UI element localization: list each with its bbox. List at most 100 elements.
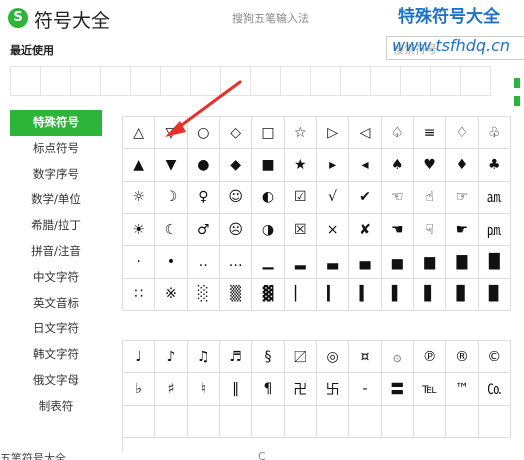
sidebar-item[interactable]: 数学/单位 xyxy=(10,187,102,213)
symbol-cell[interactable] xyxy=(123,405,156,438)
symbol-cell[interactable]: ♧ xyxy=(478,117,511,150)
symbol-cell[interactable]: ☀ xyxy=(123,213,156,247)
symbol-cell[interactable] xyxy=(446,405,479,438)
symbol-cell[interactable]: ㏘ xyxy=(478,213,511,247)
symbol-cell[interactable]: ۞ xyxy=(381,341,414,374)
symbol-cell[interactable] xyxy=(381,405,414,438)
symbol-cell[interactable]: ☾ xyxy=(155,213,188,247)
sidebar-item[interactable]: 韩文字符 xyxy=(10,342,102,368)
recent-symbol-slot[interactable] xyxy=(10,66,41,96)
symbol-cell[interactable]: ☚ xyxy=(381,213,414,247)
symbol-cell[interactable] xyxy=(219,405,253,438)
symbol-cell[interactable]: ㏂ xyxy=(478,181,511,214)
symbol-cell[interactable]: ♮ xyxy=(187,373,220,406)
sidebar-item[interactable]: 日文字符 xyxy=(10,316,102,342)
symbol-cell[interactable]: ▃ xyxy=(316,246,350,279)
symbol-cell[interactable]: ☑ xyxy=(284,181,317,214)
sidebar-item[interactable]: 英文音标 xyxy=(10,291,102,317)
symbol-grid-scrollbar[interactable] xyxy=(512,116,520,450)
symbol-cell[interactable]: ☜ xyxy=(381,181,414,214)
symbol-cell[interactable]: ▏ xyxy=(284,278,317,311)
symbol-cell[interactable]: ♭ xyxy=(123,373,156,406)
recent-symbol-slot[interactable] xyxy=(280,66,311,96)
symbol-cell[interactable]: ▼ xyxy=(155,149,188,182)
sidebar-item[interactable]: 数字序号 xyxy=(10,162,102,188)
symbol-cell[interactable]: ¤ xyxy=(349,341,382,374)
symbol-cell[interactable]: ♣ xyxy=(478,149,511,182)
symbol-cell[interactable]: △ xyxy=(123,117,156,150)
symbol-cell[interactable]: ℗ xyxy=(413,341,447,374)
symbol-cell[interactable]: ◂ xyxy=(349,149,382,182)
symbol-cell[interactable]: ¶ xyxy=(252,373,285,406)
symbol-cell[interactable]: ♠ xyxy=(381,149,414,182)
recent-symbol-slot[interactable] xyxy=(70,66,101,96)
recent-symbol-slot[interactable] xyxy=(100,66,131,96)
symbol-cell[interactable]: ◐ xyxy=(252,181,285,214)
recent-symbol-slot[interactable] xyxy=(250,66,281,96)
symbol-cell[interactable]: ∷ xyxy=(123,278,156,311)
symbol-cell[interactable] xyxy=(155,405,188,438)
symbol-cell[interactable]: ㏇ xyxy=(478,373,511,406)
symbol-cell[interactable] xyxy=(413,405,447,438)
symbol-cell[interactable]: ▄ xyxy=(349,246,382,279)
symbol-cell[interactable]: ▽ xyxy=(155,117,188,150)
symbol-cell[interactable]: ‖ xyxy=(219,373,253,406)
symbol-cell[interactable] xyxy=(349,405,382,438)
symbol-cell[interactable]: ✘ xyxy=(349,213,382,247)
symbol-cell[interactable]: ◇ xyxy=(219,117,253,150)
symbol-cell[interactable]: § xyxy=(252,341,285,374)
symbol-cell[interactable]: ▇ xyxy=(446,246,479,279)
recent-scrollbar[interactable] xyxy=(512,60,524,120)
symbol-cell[interactable]: ▋ xyxy=(413,278,447,311)
symbol-cell[interactable] xyxy=(252,405,285,438)
symbol-cell[interactable]: ‐ xyxy=(349,373,382,406)
symbol-cell[interactable] xyxy=(187,405,220,438)
symbol-cell[interactable]: ░ xyxy=(187,278,220,311)
symbol-cell[interactable]: ™ xyxy=(446,373,479,406)
symbol-cell[interactable]: ★ xyxy=(284,149,317,182)
symbol-cell[interactable]: 〼 xyxy=(284,341,317,374)
symbol-cell[interactable]: ▸ xyxy=(316,149,350,182)
symbol-cell[interactable]: … xyxy=(219,246,253,279)
symbol-cell[interactable]: ℡ xyxy=(413,373,447,406)
symbol-cell[interactable]: ◆ xyxy=(219,149,253,182)
symbol-cell[interactable]: ≡ xyxy=(413,117,447,150)
symbol-cell[interactable]: ◎ xyxy=(316,341,350,374)
symbol-cell[interactable]: · xyxy=(123,246,156,279)
symbol-cell[interactable]: 卍 xyxy=(284,373,317,406)
symbol-cell[interactable]: ▊ xyxy=(446,278,479,311)
symbol-cell[interactable]: ♪ xyxy=(155,341,188,374)
symbol-cell[interactable]: ◁ xyxy=(349,117,382,150)
symbol-cell[interactable]: ♫ xyxy=(187,341,220,374)
recent-symbol-slot[interactable] xyxy=(340,66,371,96)
symbol-cell[interactable]: ♦ xyxy=(446,149,479,182)
symbol-cell[interactable]: ☝ xyxy=(413,181,447,214)
symbol-cell[interactable]: ☆ xyxy=(284,117,317,150)
symbol-cell[interactable]: ☹ xyxy=(219,213,253,247)
symbol-cell[interactable]: ○ xyxy=(187,117,220,150)
symbol-cell[interactable]: ▂ xyxy=(284,246,317,279)
sidebar-item[interactable]: 拼音/注音 xyxy=(10,239,102,265)
symbol-cell[interactable]: ☛ xyxy=(446,213,479,247)
symbol-cell[interactable]: ◑ xyxy=(252,213,285,247)
sidebar-item[interactable]: 标点符号 xyxy=(10,136,102,162)
symbol-cell[interactable]: ▓ xyxy=(252,278,285,311)
recent-symbol-slot[interactable] xyxy=(220,66,251,96)
recent-symbol-slot[interactable] xyxy=(400,66,431,96)
sidebar-item[interactable]: 制表符 xyxy=(10,394,102,420)
symbol-cell[interactable]: √ xyxy=(316,181,350,214)
symbol-cell[interactable]: ✔ xyxy=(349,181,382,214)
symbol-cell[interactable]: ● xyxy=(187,149,220,182)
symbol-cell[interactable]: ♥ xyxy=(413,149,447,182)
symbol-cell[interactable]: ▍ xyxy=(349,278,382,311)
symbol-cell[interactable]: ‥ xyxy=(187,246,220,279)
symbol-cell[interactable] xyxy=(316,405,350,438)
symbol-cell[interactable]: ♤ xyxy=(381,117,414,150)
symbol-cell[interactable]: ▆ xyxy=(413,246,447,279)
symbol-cell[interactable]: ♬ xyxy=(219,341,253,374)
symbol-cell[interactable]: ♀ xyxy=(187,181,220,214)
symbol-cell[interactable]: ▉ xyxy=(478,278,511,311)
symbol-cell[interactable]: ☺ xyxy=(219,181,253,214)
sidebar-item[interactable]: 希腊/拉丁 xyxy=(10,213,102,239)
recent-symbol-slot[interactable] xyxy=(460,66,491,96)
